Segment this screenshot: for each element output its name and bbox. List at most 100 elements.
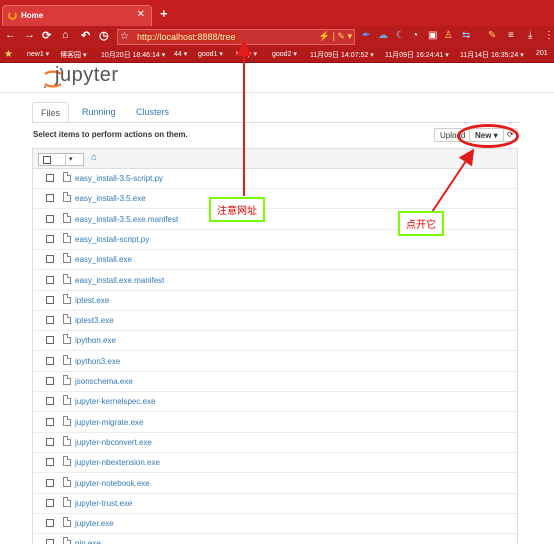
extension-save-icon[interactable]: ▣ (428, 30, 437, 41)
reload-icon[interactable]: ⟳ (42, 29, 51, 42)
row-checkbox[interactable] (46, 539, 54, 544)
file-name-link[interactable]: jupyter-notebook.exe (75, 479, 150, 488)
home-icon[interactable]: ⌂ (62, 29, 69, 41)
row-checkbox[interactable] (46, 498, 54, 507)
row-checkbox[interactable] (46, 234, 54, 243)
extension-pen-icon[interactable]: ✒ (362, 30, 370, 41)
jupyter-brand[interactable]: jupyter (55, 64, 119, 87)
row-checkbox[interactable] (46, 194, 54, 203)
file-name-link[interactable]: jupyter-trust.exe (75, 499, 132, 508)
file-row[interactable]: jupyter-kernelspec.exe (33, 392, 517, 413)
row-checkbox[interactable] (46, 174, 54, 182)
bookmark-item[interactable]: 11月14日 16:35:24 ▾ (460, 50, 524, 60)
forward-icon[interactable]: → (24, 29, 35, 41)
tab-files[interactable]: Files (32, 102, 70, 123)
extension-cloud-icon[interactable]: ☁ (378, 30, 388, 41)
file-row[interactable]: jupyter.exe (33, 514, 517, 535)
file-name-link[interactable]: pip.exe (75, 539, 101, 544)
bookmark-item[interactable]: 11月09日 14:07:52 ▾ (310, 50, 374, 60)
row-checkbox[interactable] (46, 437, 54, 446)
row-checkbox[interactable] (46, 458, 54, 467)
select-all-dropdown[interactable]: ▾ (38, 153, 84, 166)
address-actions[interactable]: ⚡ | ✎ ▾ (319, 31, 352, 42)
row-checkbox[interactable] (46, 255, 54, 264)
file-row[interactable]: jupyter-nbextension.exe (33, 453, 517, 474)
row-checkbox[interactable] (46, 295, 54, 304)
file-name-link[interactable]: jupyter-migrate.exe (75, 418, 143, 427)
bookmark-item[interactable]: temp ▾ (236, 50, 257, 58)
tab-running[interactable]: Running (74, 102, 124, 123)
back-icon[interactable]: ← (5, 29, 16, 41)
file-name-link[interactable]: easy_install-3.5.exe.manifest (75, 215, 178, 224)
undo-icon[interactable]: ↶ (81, 29, 90, 42)
file-row[interactable]: jupyter-notebook.exe (33, 474, 517, 494)
file-name-link[interactable]: easy_install-3.5-script.py (75, 174, 163, 183)
file-row[interactable]: easy_install-3.5-script.py (33, 169, 517, 189)
row-checkbox[interactable] (46, 397, 54, 406)
bookmark-item[interactable]: 201 (536, 50, 548, 57)
file-name-link[interactable]: easy_install.exe (75, 255, 132, 264)
file-row[interactable]: iptest3.exe (33, 311, 517, 332)
file-name-link[interactable]: easy_install-script.py (75, 235, 149, 244)
bookmark-star-icon[interactable]: ☆ (120, 31, 129, 42)
extension-pie-icon[interactable]: ◔ (412, 30, 418, 41)
row-checkbox[interactable] (46, 214, 54, 223)
file-name-link[interactable]: iptest.exe (75, 296, 109, 305)
file-name-link[interactable]: iptest3.exe (75, 316, 114, 325)
row-checkbox[interactable] (46, 275, 54, 284)
file-name-link[interactable]: jsonschema.exe (75, 377, 133, 386)
bookmark-item[interactable]: 11月09日 16:24:41 ▾ (385, 50, 449, 60)
file-row[interactable]: easy_install-3.5.exe (33, 189, 517, 210)
extension-person-icon[interactable]: ♙ (444, 30, 453, 41)
address-bar[interactable]: ☆ http://localhost:8888/tree ⚡ | ✎ ▾ (117, 29, 355, 45)
file-name-link[interactable]: jupyter-nbconvert.exe (75, 438, 152, 447)
file-row[interactable]: easy_install.exe.manifest (33, 271, 517, 291)
file-row[interactable]: jsonschema.exe (33, 372, 517, 392)
extension-sync-icon[interactable]: ⇆ (462, 30, 470, 41)
new-tab-button[interactable]: + (160, 6, 168, 21)
file-row[interactable]: jupyter-nbconvert.exe (33, 433, 517, 453)
file-row[interactable]: jupyter-trust.exe (33, 494, 517, 514)
browser-tab-home[interactable]: Home ✕ (2, 5, 152, 26)
history-icon[interactable]: ◷ (99, 29, 109, 42)
row-checkbox[interactable] (46, 316, 54, 325)
home-folder-icon[interactable]: ⌂ (91, 152, 97, 163)
tab-clusters[interactable]: Clusters (128, 102, 177, 123)
file-name-link[interactable]: ipython3.exe (75, 357, 120, 366)
file-name-link[interactable]: jupyter-nbextension.exe (75, 458, 160, 467)
bookmark-item[interactable]: new1 ▾ (27, 50, 49, 58)
file-name-link[interactable]: jupyter-kernelspec.exe (75, 397, 155, 406)
grid-menu-icon[interactable]: ⋮ (544, 30, 554, 41)
file-row[interactable]: jupyter-migrate.exe (33, 413, 517, 433)
extension-brush-icon[interactable]: ✎ (488, 30, 496, 41)
file-name-link[interactable]: easy_install-3.5.exe (75, 194, 146, 203)
bookmark-item[interactable]: 博客园 ▾ (60, 50, 86, 60)
row-checkbox[interactable] (46, 519, 54, 528)
file-row[interactable]: ipython.exe (33, 331, 517, 352)
extension-menu-icon[interactable]: ≡ (508, 30, 514, 41)
file-row[interactable]: easy_install.exe (33, 250, 517, 271)
row-checkbox[interactable] (46, 417, 54, 426)
address-url[interactable]: http://localhost:8888/tree (135, 32, 238, 42)
bookmark-item[interactable]: good2 ▾ (272, 50, 297, 58)
file-row[interactable]: ipython3.exe (33, 352, 517, 372)
row-checkbox[interactable] (46, 377, 54, 385)
row-checkbox[interactable] (46, 478, 54, 487)
file-row[interactable]: pip.exe (33, 534, 517, 544)
row-checkbox[interactable] (46, 336, 54, 345)
file-row[interactable]: easy_install-3.5.exe.manifest (33, 210, 517, 230)
extension-moon-icon[interactable]: ☾ (396, 30, 405, 41)
bookmark-item[interactable]: 10月20日 18:46:14 ▾ (101, 50, 165, 60)
download-icon[interactable]: ⤓ (528, 30, 532, 41)
file-row[interactable]: iptest.exe (33, 291, 517, 311)
bookmark-item[interactable]: good1 ▾ (198, 50, 223, 58)
close-tab-icon[interactable]: ✕ (137, 9, 145, 20)
row-checkbox[interactable] (46, 356, 54, 365)
file-name-link[interactable]: jupyter.exe (75, 519, 114, 528)
file-row[interactable]: easy_install-script.py (33, 230, 517, 250)
select-all-checkbox[interactable] (43, 156, 51, 164)
file-name-link[interactable]: ipython.exe (75, 336, 116, 345)
file-name-link[interactable]: easy_install.exe.manifest (75, 276, 164, 285)
chevron-down-icon[interactable]: ▾ (69, 155, 73, 163)
bookmark-item[interactable]: 44 ▾ (174, 50, 187, 58)
